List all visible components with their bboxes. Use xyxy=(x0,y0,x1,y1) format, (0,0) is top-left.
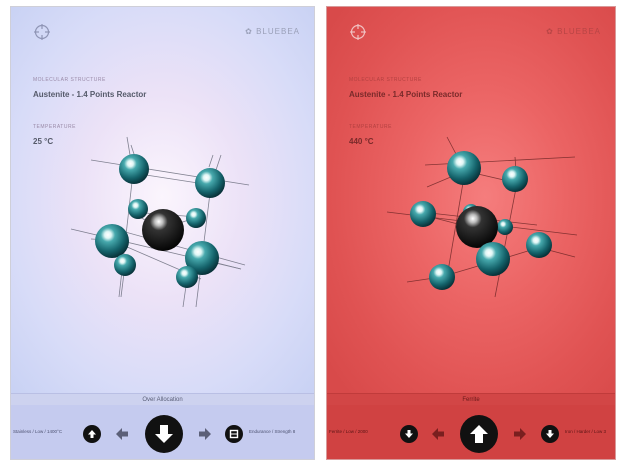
screen-cool: ✿ BLUEBEA MOLECULAR STRUCTURE Austenite … xyxy=(10,6,315,460)
atom xyxy=(429,264,455,290)
atoms xyxy=(410,151,552,290)
arrow-left-icon[interactable] xyxy=(115,427,129,441)
atom xyxy=(502,166,528,192)
scroll-down-button[interactable] xyxy=(400,425,418,443)
primary-arrow-button[interactable] xyxy=(460,415,498,453)
menu-button[interactable] xyxy=(225,425,243,443)
atom xyxy=(447,151,481,185)
atom xyxy=(128,199,148,219)
arrow-right-icon[interactable] xyxy=(198,427,212,441)
arrow-down-small-icon xyxy=(405,430,413,438)
arrow-down-icon xyxy=(155,425,173,443)
arrow-right-icon[interactable] xyxy=(513,427,527,441)
molecule-view[interactable] xyxy=(327,7,616,393)
atom xyxy=(114,254,136,276)
left-caption: Ferrite / Low / 2000 xyxy=(329,429,368,434)
bottom-bar: Stainless / Low / 1400°C Endurance / Str… xyxy=(11,405,314,459)
atom xyxy=(195,168,225,198)
atom xyxy=(526,232,552,258)
atom xyxy=(410,201,436,227)
grid-icon xyxy=(229,429,239,439)
screen-hot: ✿ BLUEBEA MOLECULAR STRUCTURE Austenite … xyxy=(326,6,616,460)
right-caption: Endurance / Strength 8 xyxy=(249,429,296,434)
bottom-bar: Ferrite / Low / 2000 Iron / Harder / Low… xyxy=(327,405,615,459)
left-caption: Stainless / Low / 1400°C xyxy=(13,429,63,434)
atom xyxy=(476,242,510,276)
center-atom xyxy=(142,209,184,251)
scroll-up-button[interactable] xyxy=(83,425,101,443)
right-caption: Iron / Harder / Low 3 xyxy=(565,429,607,434)
scroll-down-button-right[interactable] xyxy=(541,425,559,443)
atom xyxy=(176,266,198,288)
arrow-down-small-icon xyxy=(546,430,554,438)
center-atom xyxy=(456,206,498,248)
atoms xyxy=(95,154,225,288)
atom xyxy=(186,208,206,228)
atom xyxy=(95,224,129,258)
arrow-left-icon[interactable] xyxy=(431,427,445,441)
atom xyxy=(497,219,513,235)
primary-arrow-button[interactable] xyxy=(145,415,183,453)
atom xyxy=(119,154,149,184)
molecule-view[interactable] xyxy=(11,7,315,393)
arrow-up-small-icon xyxy=(88,430,96,438)
arrow-up-icon xyxy=(470,425,488,443)
